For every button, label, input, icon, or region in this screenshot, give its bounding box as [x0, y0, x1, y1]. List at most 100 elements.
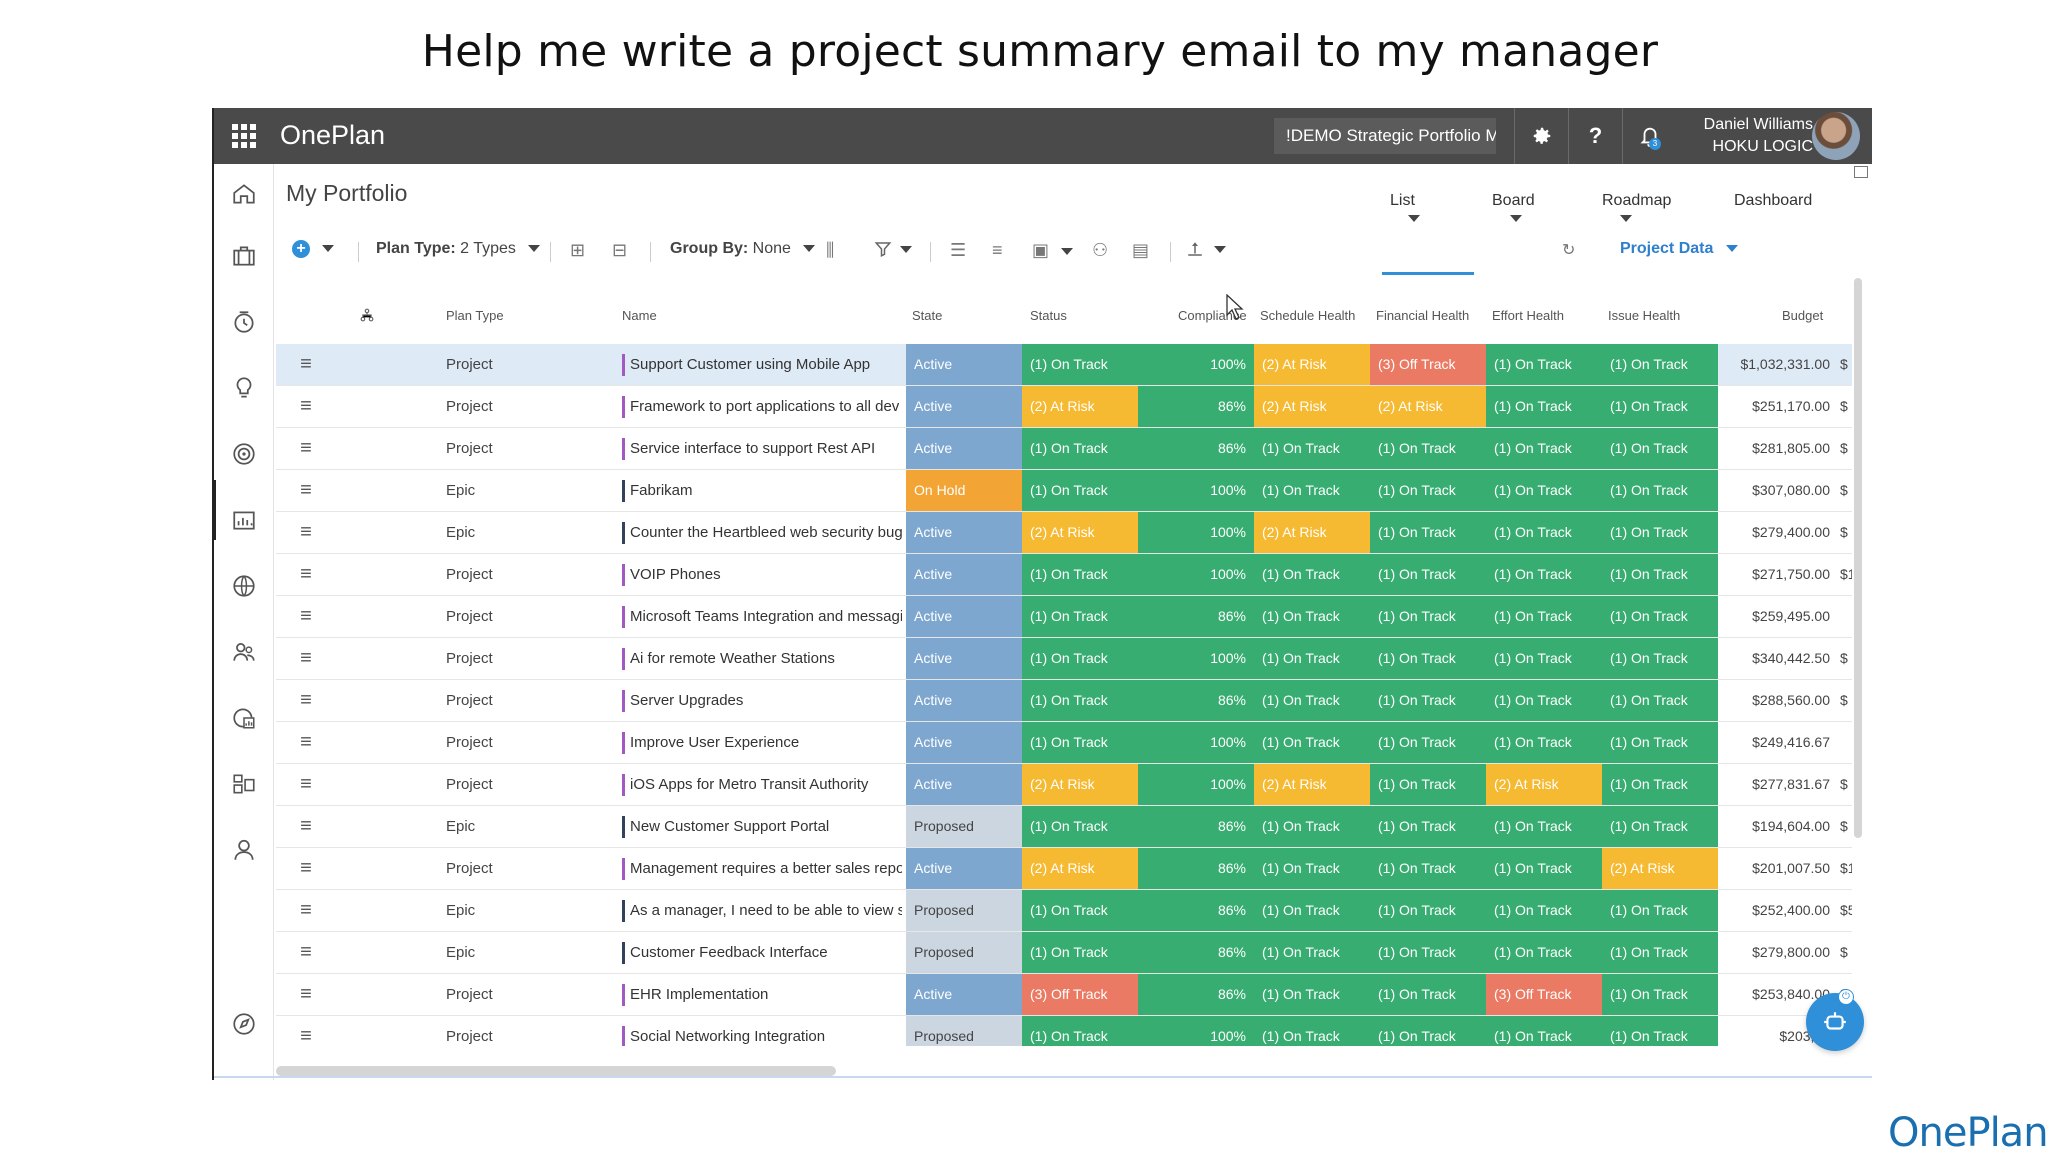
- row-menu-icon[interactable]: ≡: [296, 848, 316, 889]
- column-header-state[interactable]: State: [912, 308, 942, 323]
- expand-all-icon[interactable]: ⊞: [570, 240, 585, 261]
- add-item-button[interactable]: +: [292, 240, 335, 258]
- row-menu-icon[interactable]: ≡: [296, 806, 316, 847]
- hierarchy-icon[interactable]: ⚇: [1092, 240, 1108, 261]
- row-menu-icon[interactable]: ≡: [296, 890, 316, 931]
- name-link[interactable]: VOIP Phones: [630, 554, 721, 595]
- column-header-name[interactable]: Name: [622, 308, 657, 323]
- row-menu-icon[interactable]: ≡: [296, 722, 316, 763]
- name-cell[interactable]: Improve User Experience: [622, 722, 902, 763]
- name-cell[interactable]: New Customer Support Portal: [622, 806, 902, 847]
- row-menu-icon[interactable]: ≡: [296, 386, 316, 427]
- export-icon[interactable]: [1186, 240, 1227, 263]
- name-cell[interactable]: Customer Feedback Interface: [622, 932, 902, 973]
- column-header-issue-health[interactable]: Issue Health: [1608, 308, 1680, 323]
- table-row[interactable]: ≡ Project Improve User Experience Active (1)…: [276, 722, 1852, 764]
- name-link[interactable]: New Customer Support Portal: [630, 806, 829, 847]
- table-row[interactable]: ≡ Project EHR Implementation Active (3) Off …: [276, 974, 1852, 1016]
- table-row[interactable]: ≡ Project Server Upgrades Active (1) On Trac…: [276, 680, 1852, 722]
- column-header-effort-health[interactable]: Effort Health: [1492, 308, 1564, 323]
- briefcase-icon[interactable]: [226, 238, 262, 274]
- table-row[interactable]: ≡ Project iOS Apps for Metro Transit Autho…: [276, 764, 1852, 806]
- table-row[interactable]: ≡ Project Social Networking Integration Pro…: [276, 1016, 1852, 1046]
- align-left-icon[interactable]: ≡: [992, 240, 1003, 261]
- add-dropdown-icon[interactable]: [322, 245, 335, 253]
- notifications-bell-icon[interactable]: 3: [1622, 108, 1676, 164]
- settings-gear-icon[interactable]: [1514, 108, 1568, 164]
- column-header-schedule-health[interactable]: Schedule Health: [1260, 308, 1355, 323]
- vertical-scrollbar[interactable]: [1854, 278, 1862, 838]
- column-header-status[interactable]: Status: [1030, 308, 1067, 323]
- export-dropdown-icon[interactable]: [1214, 246, 1227, 253]
- name-cell[interactable]: Management requires a better sales repo: [622, 848, 902, 889]
- layout-icon[interactable]: ▣: [1032, 240, 1074, 261]
- column-header-plan-type[interactable]: Plan Type: [446, 308, 504, 323]
- name-cell[interactable]: Support Customer using Mobile App: [622, 344, 902, 385]
- name-link[interactable]: iOS Apps for Metro Transit Authority: [630, 764, 868, 805]
- analytics-chart-icon[interactable]: [226, 700, 262, 736]
- table-row[interactable]: ≡ Project Service interface to support Res…: [276, 428, 1852, 470]
- table-row[interactable]: ≡ Project VOIP Phones Active (1) On Track 100…: [276, 554, 1852, 596]
- column-header-budget[interactable]: Budget: [1782, 308, 1823, 323]
- name-cell[interactable]: Server Upgrades: [622, 680, 902, 721]
- name-link[interactable]: Framework to port applications to all de…: [630, 386, 899, 427]
- name-cell[interactable]: Ai for remote Weather Stations: [622, 638, 902, 679]
- tab-list[interactable]: List: [1390, 192, 1420, 228]
- user-info[interactable]: Daniel Williams HOKU LOGIC: [1678, 114, 1813, 158]
- group-by-selector[interactable]: Group By: None: [670, 240, 816, 258]
- name-cell[interactable]: EHR Implementation: [622, 974, 902, 1015]
- row-menu-icon[interactable]: ≡: [296, 470, 316, 511]
- row-menu-icon[interactable]: ≡: [296, 638, 316, 679]
- tab-board[interactable]: Board: [1492, 192, 1535, 228]
- app-launcher-icon[interactable]: [232, 124, 256, 148]
- name-cell[interactable]: VOIP Phones: [622, 554, 902, 595]
- row-menu-icon[interactable]: ≡: [296, 680, 316, 721]
- name-cell[interactable]: Service interface to support Rest API: [622, 428, 902, 469]
- table-row[interactable]: ≡ Epic Fabrikam On Hold (1) On Track 100% (1) …: [276, 470, 1852, 512]
- refresh-icon[interactable]: ↻: [1562, 240, 1575, 260]
- home-icon[interactable]: [226, 176, 262, 212]
- name-cell[interactable]: Framework to port applications to all de…: [622, 386, 902, 427]
- name-cell[interactable]: Fabrikam: [622, 470, 902, 511]
- portfolio-selector[interactable]: !DEMO Strategic Portfolio M: [1274, 118, 1496, 154]
- compass-icon[interactable]: [226, 1006, 262, 1042]
- user-avatar[interactable]: [1812, 112, 1860, 160]
- tab-roadmap[interactable]: Roadmap: [1602, 192, 1671, 228]
- resources-people-icon[interactable]: [226, 634, 262, 670]
- hierarchy-column-icon[interactable]: [360, 308, 374, 325]
- name-link[interactable]: Support Customer using Mobile App: [630, 344, 870, 385]
- name-link[interactable]: Fabrikam: [630, 470, 693, 511]
- money-icon[interactable]: ▤: [1132, 240, 1149, 261]
- help-icon[interactable]: ?: [1568, 108, 1622, 164]
- collapse-all-icon[interactable]: ⊟: [612, 240, 627, 261]
- columns-icon[interactable]: ⫼: [826, 240, 834, 261]
- name-link[interactable]: Improve User Experience: [630, 722, 799, 763]
- row-menu-icon[interactable]: ≡: [296, 344, 316, 385]
- table-row[interactable]: ≡ Project Ai for remote Weather Stations Ac…: [276, 638, 1852, 680]
- filter-dropdown-icon[interactable]: [900, 246, 913, 253]
- row-menu-icon[interactable]: ≡: [296, 596, 316, 637]
- name-cell[interactable]: Counter the Heartbleed web security bug: [622, 512, 902, 553]
- row-menu-icon[interactable]: ≡: [296, 428, 316, 469]
- row-menu-icon[interactable]: ≡: [296, 974, 316, 1015]
- name-cell[interactable]: iOS Apps for Metro Transit Authority: [622, 764, 902, 805]
- project-data-selector[interactable]: Project Data: [1620, 240, 1738, 258]
- name-cell[interactable]: As a manager, I need to be able to view …: [622, 890, 902, 931]
- assistant-power-icon[interactable]: ⏻: [1838, 989, 1854, 1005]
- lightbulb-icon[interactable]: [226, 370, 262, 406]
- row-menu-icon[interactable]: ≡: [296, 932, 316, 973]
- table-row[interactable]: ≡ Epic As a manager, I need to be able to …: [276, 890, 1852, 932]
- filter-icon[interactable]: [874, 240, 913, 263]
- name-link[interactable]: Counter the Heartbleed web security bug: [630, 512, 902, 553]
- layout-dropdown-icon[interactable]: [1061, 248, 1074, 256]
- name-link[interactable]: EHR Implementation: [630, 974, 768, 1015]
- timesheet-clock-icon[interactable]: [226, 304, 262, 340]
- name-cell[interactable]: Microsoft Teams Integration and messagi: [622, 596, 902, 637]
- name-link[interactable]: Customer Feedback Interface: [630, 932, 828, 973]
- row-menu-icon[interactable]: ≡: [296, 554, 316, 595]
- tab-list-dropdown-icon[interactable]: [1408, 215, 1420, 223]
- workflow-blocks-icon[interactable]: [226, 766, 262, 802]
- tab-dashboard[interactable]: Dashboard: [1734, 192, 1812, 210]
- table-row[interactable]: ≡ Project Framework to port applications t…: [276, 386, 1852, 428]
- horizontal-scrollbar[interactable]: [276, 1066, 836, 1076]
